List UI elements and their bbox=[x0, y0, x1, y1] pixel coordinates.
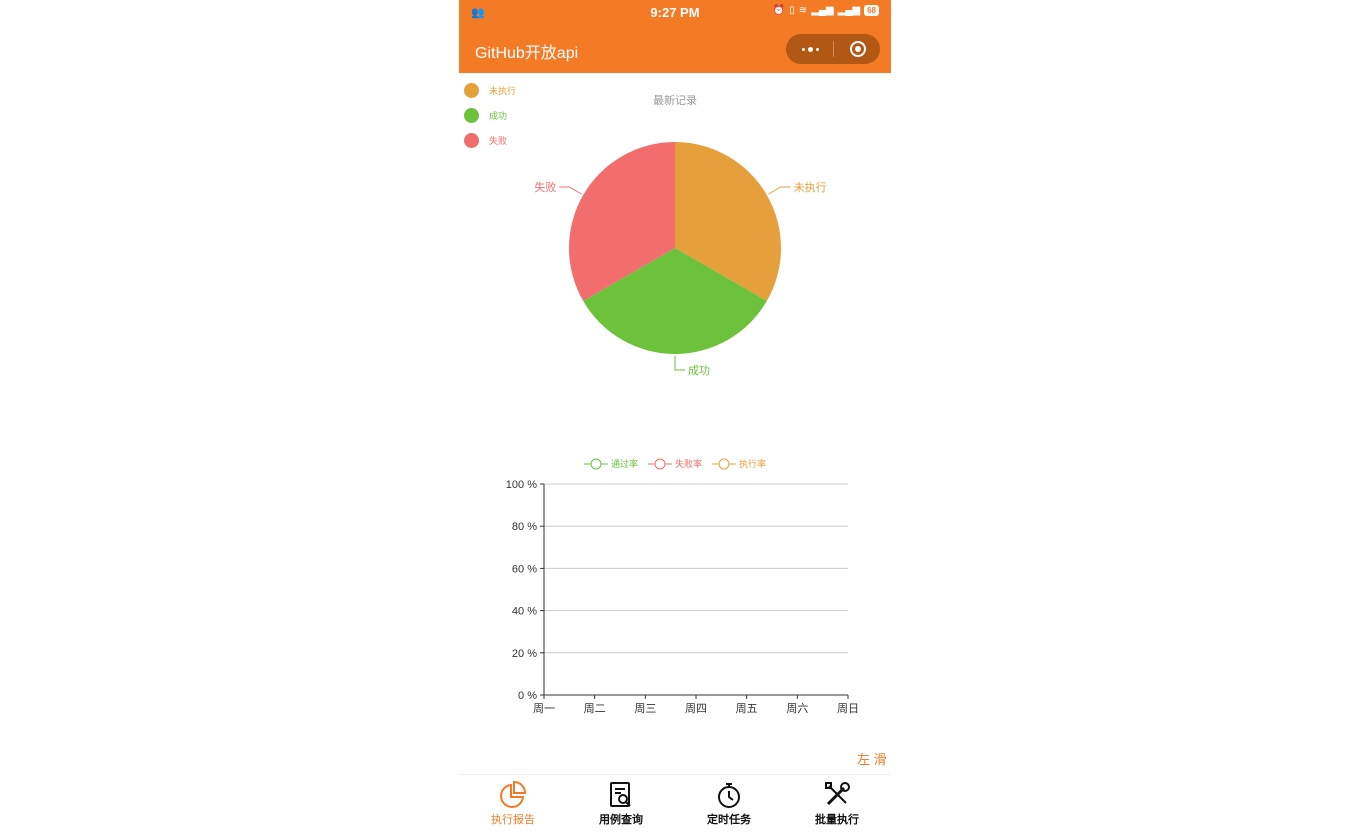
line-legend-item[interactable]: 执行率 bbox=[712, 457, 766, 470]
line-legend: 通过率 失败率 执行率 bbox=[459, 457, 891, 470]
y-tick-label: 100 % bbox=[506, 479, 537, 491]
legend-line-marker bbox=[712, 458, 736, 469]
line-chart: 0 % 20 % 40 % 60 % 80 % 100 % 周一 周二 周三 周四 周五 周六 周日 bbox=[506, 479, 859, 715]
x-tick-label: 周五 bbox=[736, 702, 758, 715]
x-tick-label: 周三 bbox=[634, 702, 656, 715]
tab-batch-label: 批量执行 bbox=[815, 814, 859, 826]
line-legend-item[interactable]: 通过率 bbox=[583, 457, 638, 470]
x-tick-label: 周二 bbox=[584, 702, 606, 715]
x-tick-label: 周一 bbox=[533, 702, 555, 715]
line-legend-item[interactable]: 失败率 bbox=[647, 457, 702, 470]
pie-label-line bbox=[674, 356, 685, 371]
tab-report-label: 执行报告 bbox=[491, 814, 535, 826]
pie-label-line bbox=[559, 186, 582, 195]
pie-label-line bbox=[768, 186, 791, 195]
stopwatch-icon bbox=[718, 783, 740, 808]
tab-bar: 执行报告 用例查询 定时任务 批量执行 bbox=[459, 774, 891, 835]
x-tick-label: 周六 bbox=[786, 702, 808, 715]
y-tick-label: 60 % bbox=[512, 563, 537, 575]
x-tick-label: 周四 bbox=[685, 702, 707, 715]
y-tick-label: 20 % bbox=[512, 648, 537, 660]
tools-icon bbox=[825, 782, 850, 806]
x-tick-label: 周日 bbox=[837, 702, 859, 715]
tab-scheduled[interactable]: 定时任务 bbox=[675, 775, 783, 835]
legend-line-marker bbox=[583, 458, 608, 469]
y-tick-label: 0 % bbox=[518, 690, 537, 702]
legend-label: 失败率 bbox=[674, 459, 702, 469]
pie-slice-label: 失败 bbox=[534, 180, 556, 194]
y-tick-label: 40 % bbox=[512, 606, 537, 618]
tab-case-query-label: 用例查询 bbox=[599, 814, 643, 826]
legend-label: 通过率 bbox=[610, 459, 638, 469]
pie-slice-label: 未执行 bbox=[794, 180, 827, 194]
tab-case-query[interactable]: 用例查询 bbox=[567, 775, 675, 835]
tab-batch[interactable]: 批量执行 bbox=[783, 775, 891, 835]
y-tick-label: 80 % bbox=[512, 521, 537, 533]
pie-chart-icon bbox=[500, 780, 527, 808]
pie-slice-label: 成功 bbox=[688, 364, 710, 377]
swipe-hint[interactable]: 左 滑 bbox=[857, 749, 887, 768]
legend-label: 执行率 bbox=[739, 459, 767, 469]
phone-screen: 👥 9:27 PM ⏰ ▯ ≋ ▂▄▆ ▂▄▆ 68 GitHub开放api 未… bbox=[459, 0, 891, 835]
pie-chart: 未执行成功 失败 bbox=[534, 142, 827, 377]
tab-scheduled-label: 定时任务 bbox=[707, 814, 751, 826]
legend-line-marker bbox=[647, 458, 672, 469]
document-search-icon bbox=[610, 782, 631, 807]
tab-report[interactable]: 执行报告 bbox=[459, 775, 567, 835]
